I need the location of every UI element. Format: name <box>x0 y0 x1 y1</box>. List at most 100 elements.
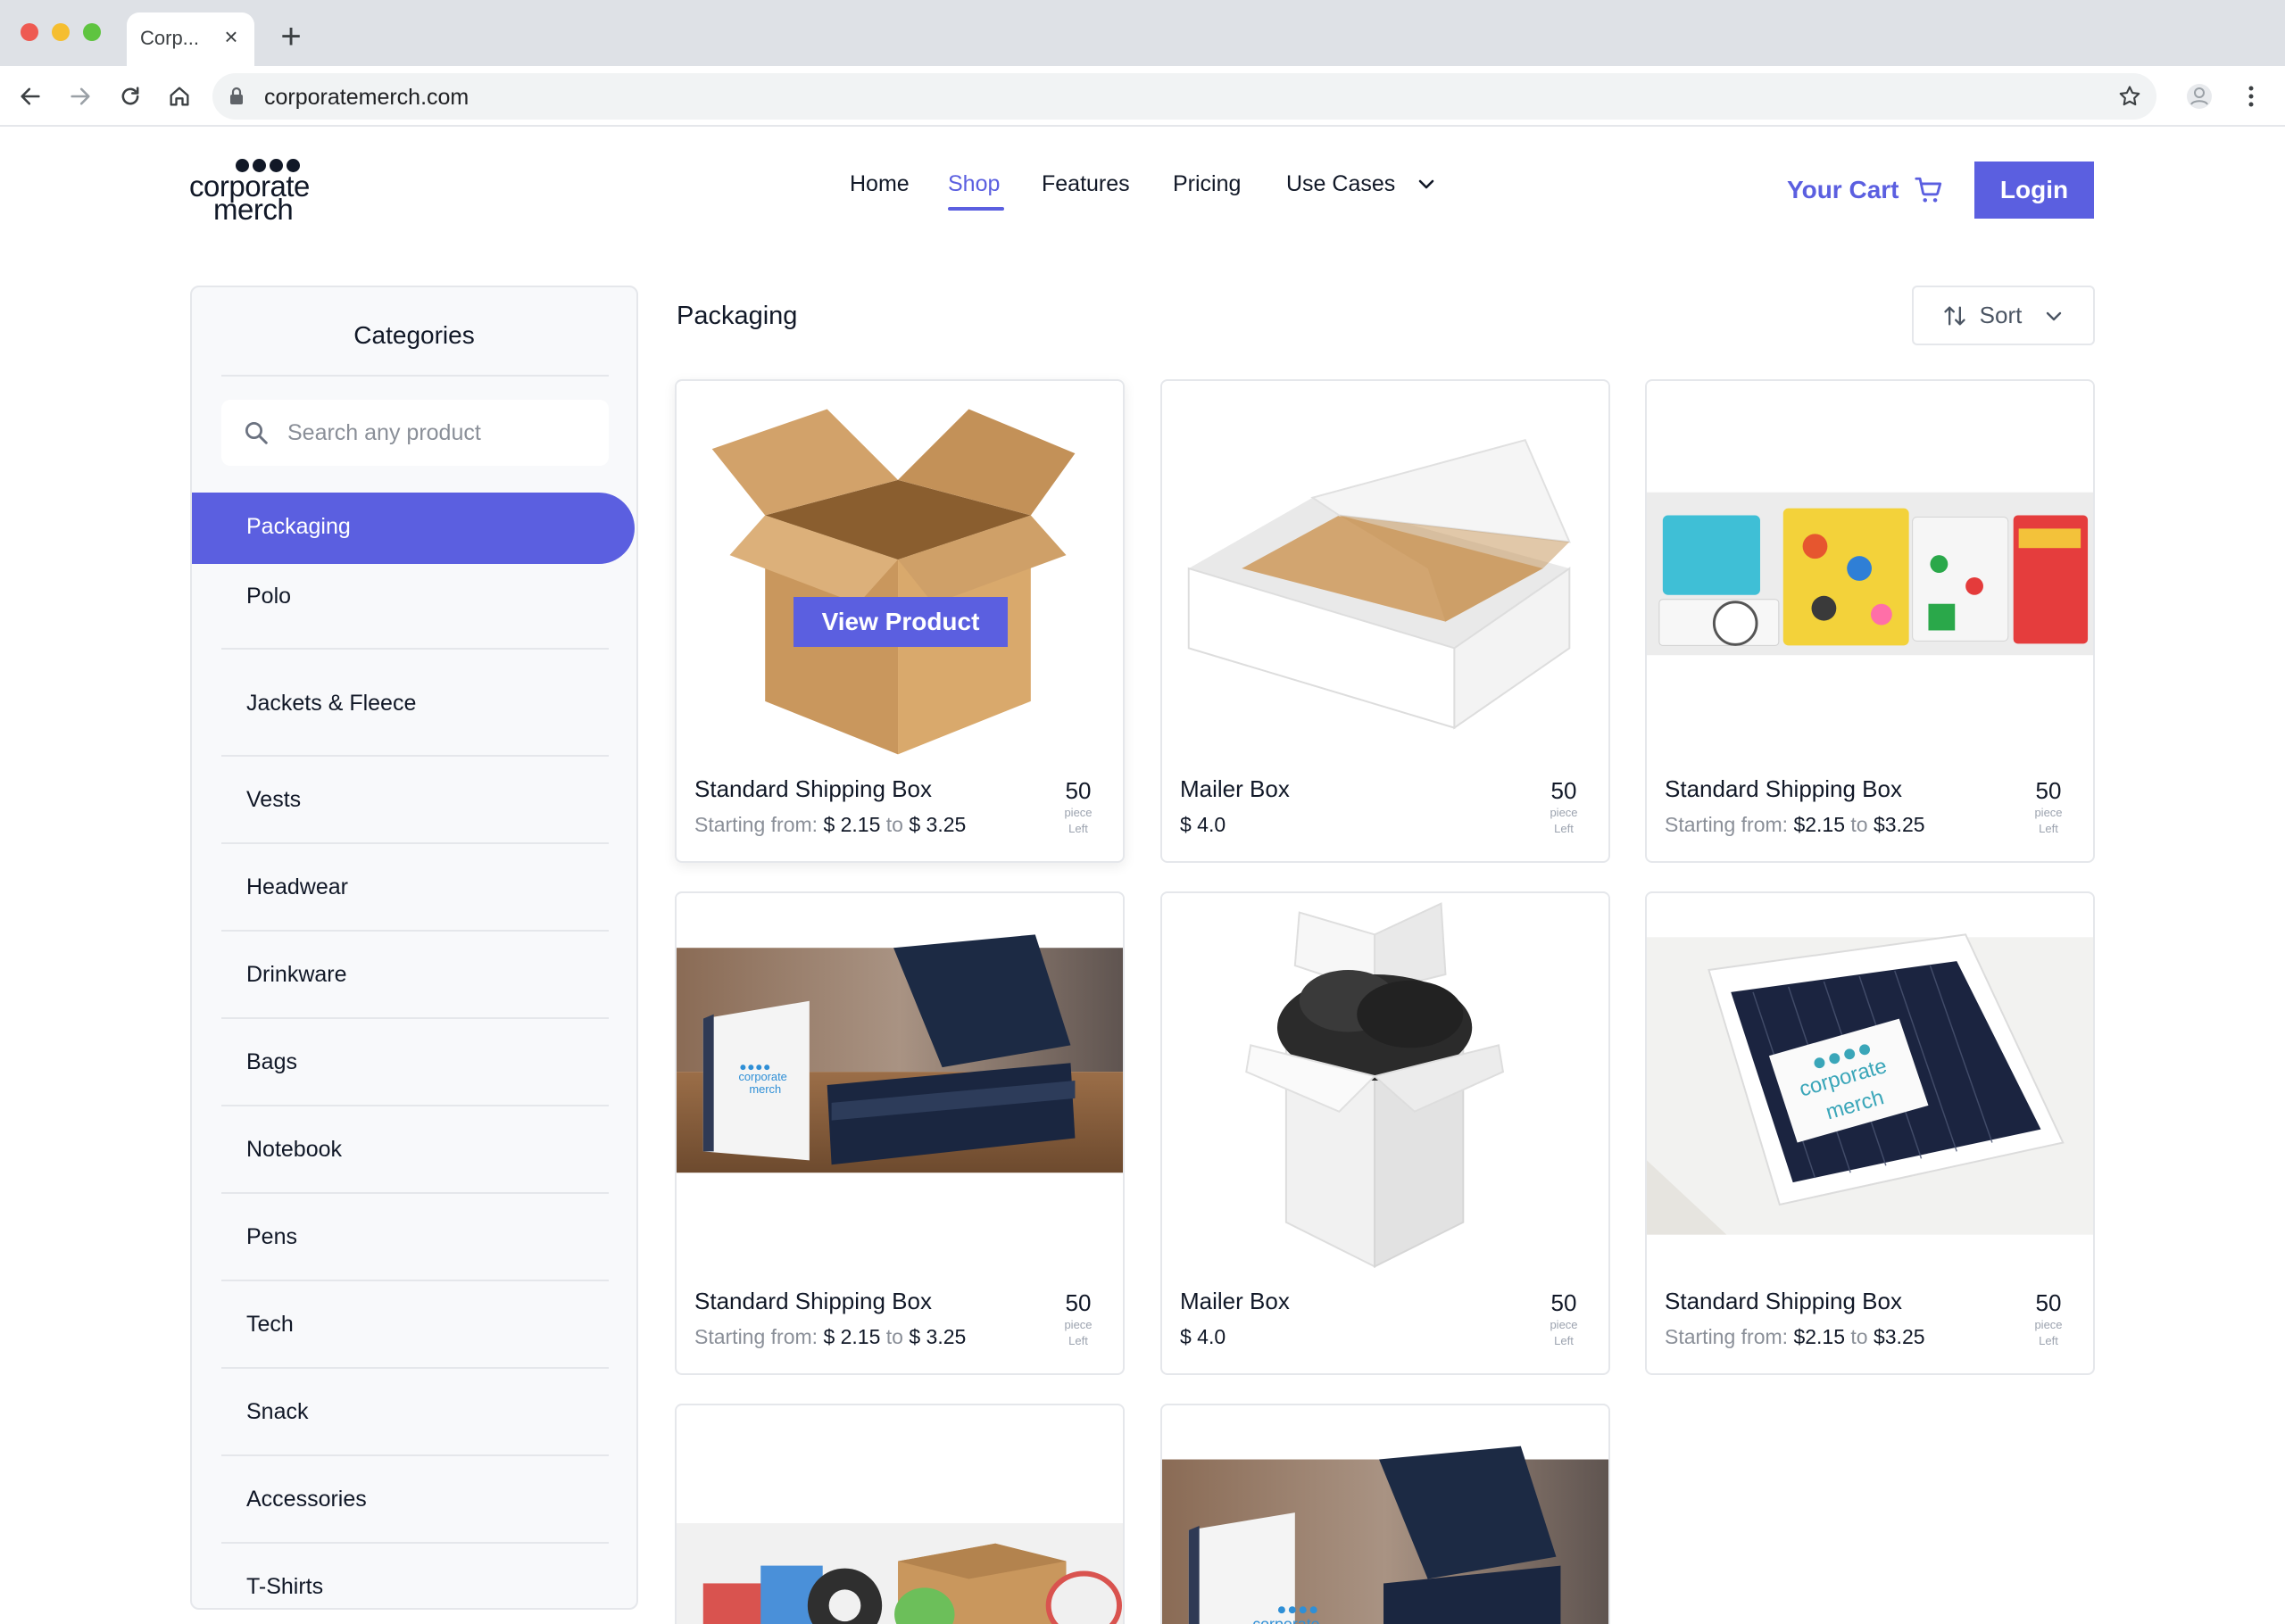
category-item-bags[interactable]: Bags <box>192 1019 636 1106</box>
search-input[interactable] <box>287 416 591 450</box>
product-name: Standard Shipping Box <box>694 775 932 802</box>
product-image-mailer-box <box>1162 382 1608 764</box>
stock-indicator: 50 piece Left <box>1539 777 1589 837</box>
nav-use-cases[interactable]: Use Cases <box>1286 171 1437 197</box>
tab-title: Corp... <box>140 27 200 49</box>
stock-indicator: 50 piece Left <box>1053 777 1103 837</box>
category-item-pens[interactable]: Pens <box>192 1194 636 1281</box>
category-label: Accessories <box>246 1487 367 1512</box>
stock-unit-left: Left <box>1554 1334 1574 1347</box>
category-label: Vests <box>246 787 302 812</box>
stock-unit-left: Left <box>1068 822 1088 835</box>
category-item-polo[interactable]: Polo <box>192 571 636 650</box>
price-prefix: Starting from: <box>694 1325 818 1348</box>
login-button[interactable]: Login <box>1974 162 2094 219</box>
nav-features[interactable]: Features <box>1042 171 1130 197</box>
product-image-gift-box <box>1162 894 1608 1276</box>
stock-count: 50 <box>1550 1289 1577 1316</box>
category-item-vests[interactable]: Vests <box>192 757 636 844</box>
category-item-jackets-fleece[interactable]: Jackets & Fleece <box>192 650 636 757</box>
product-image-apparel-box: corporate merch <box>1647 894 2093 1276</box>
address-bar[interactable]: corporatemerch.com <box>212 73 2156 120</box>
window-close-dot[interactable] <box>21 23 38 41</box>
categories-title: Categories <box>353 321 475 349</box>
nav-shop[interactable]: Shop <box>948 171 1000 197</box>
cart-icon <box>1914 177 1941 203</box>
chevron-down-icon <box>2047 311 2062 320</box>
close-icon[interactable]: × <box>216 21 246 52</box>
category-label: Notebook <box>246 1137 343 1162</box>
sort-button[interactable]: Sort <box>1912 286 2095 345</box>
category-item-headwear[interactable]: Headwear <box>192 844 636 932</box>
stock-unit: piece <box>1550 806 1578 819</box>
price-to-word: to <box>885 1325 903 1348</box>
product-card[interactable]: corporate <box>1160 1404 1610 1624</box>
price-to-word: to <box>885 813 903 836</box>
new-tab-icon[interactable]: + <box>273 19 309 55</box>
category-label: Headwear <box>246 874 348 899</box>
profile-avatar-icon[interactable] <box>2181 79 2217 114</box>
product-price: Starting from: $ 2.15 to $ 3.25 <box>694 1325 966 1349</box>
stock-unit-left: Left <box>1068 1334 1088 1347</box>
product-card[interactable]: corporate merch Standard Shipping Box St… <box>1645 891 2095 1375</box>
category-item-drinkware[interactable]: Drinkware <box>192 932 636 1019</box>
category-label: Snack <box>246 1399 309 1424</box>
sort-label: Sort <box>1979 302 2023 328</box>
category-label: Jackets & Fleece <box>246 691 417 716</box>
forward-arrow-icon[interactable] <box>62 79 98 114</box>
box-print-text: corporate <box>1252 1615 1319 1624</box>
sort-arrows-icon <box>1943 306 1965 325</box>
category-list: Packaging Polo Jackets & Fleece Vests He… <box>192 493 636 1608</box>
category-item-notebook[interactable]: Notebook <box>192 1106 636 1194</box>
stock-unit: piece <box>1550 1318 1578 1331</box>
category-item-packaging[interactable]: Packaging <box>192 493 635 564</box>
home-icon[interactable] <box>162 79 197 114</box>
bookmark-star-icon[interactable] <box>2117 84 2142 113</box>
category-label: Bags <box>246 1049 297 1074</box>
reload-icon[interactable] <box>112 79 148 114</box>
window-minimize-dot[interactable] <box>52 23 70 41</box>
nav-pricing[interactable]: Pricing <box>1173 171 1241 197</box>
site-logo[interactable]: corporate merch <box>189 157 332 225</box>
category-item-snack[interactable]: Snack <box>192 1369 636 1456</box>
stock-count: 50 <box>1550 777 1577 804</box>
nav-home[interactable]: Home <box>850 171 910 197</box>
product-card[interactable]: corporate merch Standard Shipping Box St… <box>675 891 1125 1375</box>
browser-toolbar: corporatemerch.com <box>0 66 2285 127</box>
browser-menu-icon[interactable] <box>2233 79 2269 114</box>
category-item-accessories[interactable]: Accessories <box>192 1456 636 1544</box>
category-label: Polo <box>246 584 292 609</box>
browser-tab-strip: Corp... × + <box>0 0 2285 66</box>
stock-unit: piece <box>2034 1318 2063 1331</box>
product-image-branded-mailer: corporate merch <box>677 894 1123 1276</box>
category-item-t-shirts[interactable]: T-Shirts <box>192 1544 636 1608</box>
product-card[interactable]: Mailer Box $ 4.0 50 piece Left <box>1160 891 1610 1375</box>
stock-unit: piece <box>2034 806 2063 819</box>
categories-sidebar: Categories Packaging Polo Jackets & Flee… <box>190 286 638 1610</box>
box-print-text: corporate <box>738 1070 786 1083</box>
back-arrow-icon[interactable] <box>12 79 48 114</box>
product-card[interactable]: View Product Standard Shipping Box Start… <box>675 379 1125 863</box>
window-maximize-dot[interactable] <box>83 23 101 41</box>
browser-tab[interactable]: Corp... × <box>127 12 254 66</box>
product-price: $ 4.0 <box>1180 1325 1226 1348</box>
lock-icon <box>228 87 245 111</box>
price-prefix: Starting from: <box>1665 813 1789 836</box>
price-to: $3.25 <box>1873 1325 1925 1348</box>
view-product-button[interactable]: View Product <box>794 597 1008 647</box>
product-card[interactable]: Standard Shipping Box Starting from: $2.… <box>1645 379 2095 863</box>
price-to: $3.25 <box>1873 813 1925 836</box>
product-card[interactable]: Mailer Box $ 4.0 50 piece Left <box>1160 379 1610 863</box>
stock-count: 50 <box>1065 1289 1092 1316</box>
product-card[interactable] <box>675 1404 1125 1624</box>
divider <box>221 375 609 377</box>
price-to-word: to <box>1850 813 1868 836</box>
price-from: $ 2.15 <box>823 1325 881 1348</box>
price-to: $ 3.25 <box>909 1325 967 1348</box>
product-price: Starting from: $2.15 to $3.25 <box>1665 813 1925 837</box>
cart-link[interactable]: Your Cart <box>1787 175 1944 205</box>
category-item-tech[interactable]: Tech <box>192 1281 636 1369</box>
product-image-packing-tape <box>677 1406 1123 1624</box>
category-label: Tech <box>246 1312 294 1337</box>
category-label: T-Shirts <box>246 1574 324 1599</box>
